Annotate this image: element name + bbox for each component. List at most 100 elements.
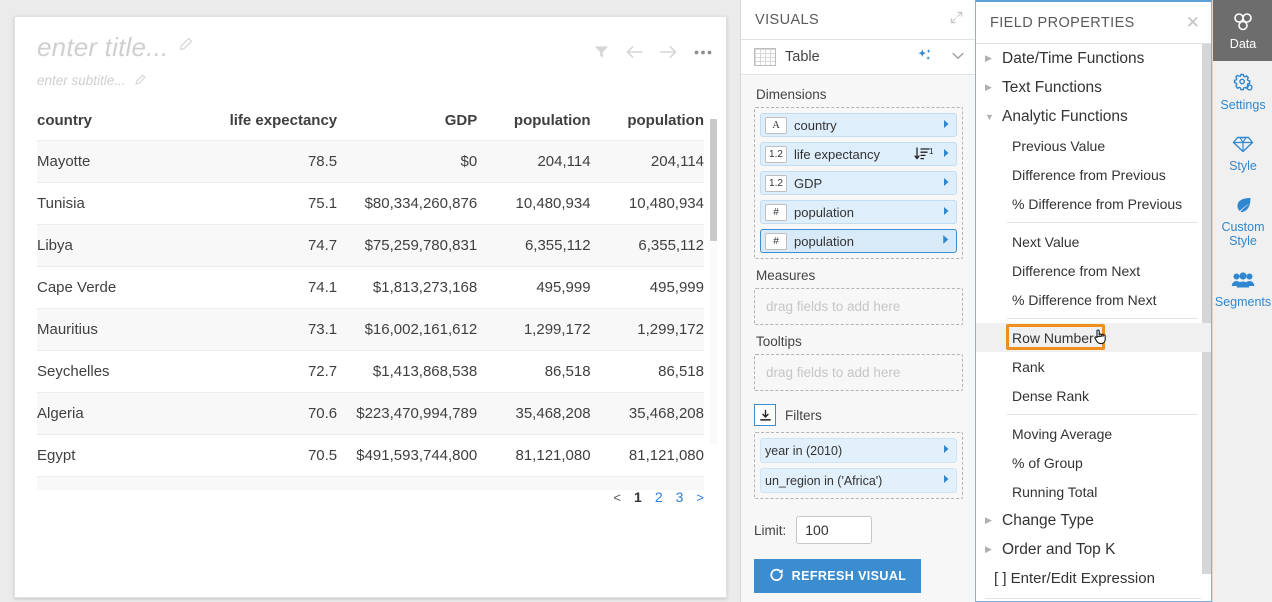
- chevron-right-icon[interactable]: [943, 177, 950, 190]
- forward-arrow-icon[interactable]: [660, 45, 677, 59]
- rail-item-segments[interactable]: Segments: [1213, 258, 1272, 319]
- sort-descending-icon[interactable]: 1: [914, 147, 934, 161]
- fp-item-previous-value[interactable]: Previous Value: [976, 131, 1211, 160]
- table-scrollbar-thumb[interactable]: [710, 119, 717, 241]
- download-icon[interactable]: [754, 404, 776, 426]
- cell-life-expectancy: 70.6: [210, 392, 337, 434]
- measures-dropzone[interactable]: drag fields to add here: [754, 288, 963, 325]
- cell-gdp: $223,470,994,789: [337, 392, 477, 434]
- column-header-population-2[interactable]: population: [591, 112, 704, 141]
- cell-population-1: 495,999: [477, 266, 590, 308]
- fp-item-label: Row Number: [1012, 330, 1094, 346]
- fp-item-percent-difference-from-next[interactable]: % Difference from Next: [976, 285, 1211, 314]
- fp-item-running-total[interactable]: Running Total: [976, 477, 1211, 506]
- fp-group-change-type[interactable]: ▶ Change Type: [976, 506, 1211, 535]
- filter-chip-un-region[interactable]: un_region in ('Africa'): [760, 468, 957, 493]
- filter-icon[interactable]: [594, 45, 609, 59]
- fp-item-percent-of-group[interactable]: % of Group: [976, 448, 1211, 477]
- fp-item-rank[interactable]: Rank: [976, 352, 1211, 381]
- table-row[interactable]: Cape Verde 74.1 $1,813,273,168 495,999 4…: [37, 266, 704, 308]
- chevron-right-icon: ▶: [985, 544, 998, 555]
- cell-population-2: 6,355,112: [591, 224, 704, 266]
- fp-group-date-time-functions[interactable]: ▶ Date/Time Functions: [976, 44, 1211, 73]
- back-arrow-icon[interactable]: [626, 45, 643, 59]
- table-row[interactable]: Seychelles 72.7 $1,413,868,538 86,518 86…: [37, 350, 704, 392]
- chevron-right-icon[interactable]: [943, 474, 950, 487]
- dimension-chip-population-2-selected[interactable]: # population: [760, 229, 957, 253]
- dimensions-dropzone[interactable]: A country 1.2 life expectancy 1: [754, 107, 963, 259]
- fp-item-difference-from-next[interactable]: Difference from Next: [976, 256, 1211, 285]
- visual-subtitle-placeholder[interactable]: enter subtitle...: [37, 74, 126, 89]
- visual-title-placeholder[interactable]: enter title...: [37, 33, 168, 62]
- refresh-visual-button[interactable]: REFRESH VISUAL: [754, 559, 921, 593]
- cell-population-1: 35,468,208: [477, 392, 590, 434]
- edit-title-pencil-icon[interactable]: [178, 37, 193, 57]
- more-options-icon[interactable]: [694, 50, 712, 55]
- svg-text:1: 1: [929, 147, 934, 156]
- field-properties-scrollbar[interactable]: [1202, 44, 1211, 574]
- edit-subtitle-pencil-icon[interactable]: [134, 73, 146, 91]
- fp-group-analytic-functions[interactable]: ▼ Analytic Functions: [976, 102, 1211, 131]
- limit-input[interactable]: [796, 516, 872, 544]
- table-row[interactable]: Egypt 70.5 $491,593,744,800 81,121,080 8…: [37, 434, 704, 476]
- chevron-right-icon[interactable]: [943, 148, 950, 161]
- chevron-right-icon[interactable]: [943, 444, 950, 457]
- table-row[interactable]: Libya 74.7 $75,259,780,831 6,355,112 6,3…: [37, 224, 704, 266]
- table-row[interactable]: Mayotte 78.5 $0 204,114 204,114: [37, 140, 704, 182]
- fp-item-next-value[interactable]: Next Value: [976, 227, 1211, 256]
- chevron-right-icon[interactable]: [942, 234, 950, 248]
- dimension-chip-population-1[interactable]: # population: [760, 200, 957, 224]
- pagination-prev[interactable]: <: [613, 490, 621, 505]
- pagination-page-2[interactable]: 2: [655, 489, 663, 505]
- visuals-panel: VISUALS Table Dimensions: [740, 0, 976, 602]
- table-row[interactable]: Mauritius 73.1 $16,002,161,612 1,299,172…: [37, 308, 704, 350]
- fp-item-moving-average[interactable]: Moving Average: [976, 419, 1211, 448]
- chevron-right-icon[interactable]: [943, 119, 950, 132]
- visual-type-row[interactable]: Table: [741, 40, 976, 75]
- fp-item-label: % Difference from Next: [1012, 292, 1156, 308]
- dimension-chip-label: GDP: [794, 176, 936, 191]
- dimension-chip-gdp[interactable]: 1.2 GDP: [760, 171, 957, 195]
- rail-item-style[interactable]: Style: [1213, 122, 1272, 183]
- chevron-right-icon: ▶: [985, 53, 998, 64]
- column-header-population-1[interactable]: population: [477, 112, 590, 141]
- table-row[interactable]: Algeria 70.6 $223,470,994,789 35,468,208…: [37, 392, 704, 434]
- filters-dropzone[interactable]: year in (2010) un_region in ('Africa'): [754, 432, 963, 499]
- chevron-right-icon[interactable]: [943, 206, 950, 219]
- rail-item-data[interactable]: Data: [1213, 0, 1272, 61]
- fp-item-enter-edit-expression[interactable]: [ ] Enter/Edit Expression: [976, 564, 1211, 593]
- tooltips-label: Tooltips: [756, 334, 963, 349]
- chevron-down-icon[interactable]: [952, 51, 964, 63]
- column-header-gdp[interactable]: GDP: [337, 112, 477, 141]
- visual-canvas: enter title... enter subtitle...: [0, 0, 740, 602]
- dimension-chip-country[interactable]: A country: [760, 113, 957, 137]
- fp-group-order-and-top-k[interactable]: ▶ Order and Top K: [976, 535, 1211, 564]
- dimension-chip-life-expectancy[interactable]: 1.2 life expectancy 1: [760, 142, 957, 166]
- rail-item-custom-style[interactable]: Custom Style: [1213, 183, 1272, 258]
- fp-item-difference-from-previous[interactable]: Difference from Previous: [976, 160, 1211, 189]
- field-properties-header: FIELD PROPERTIES ✕: [976, 2, 1211, 44]
- pagination-page-1[interactable]: 1: [634, 489, 642, 505]
- rail-item-settings[interactable]: Settings: [1213, 61, 1272, 122]
- tooltips-dropzone[interactable]: drag fields to add here: [754, 354, 963, 391]
- fp-group-text-functions[interactable]: ▶ Text Functions: [976, 73, 1211, 102]
- sparkles-icon[interactable]: [917, 48, 934, 67]
- fp-item-percent-difference-from-previous[interactable]: % Difference from Previous: [976, 189, 1211, 218]
- column-header-country[interactable]: country: [37, 112, 210, 141]
- cell-country: Mauritius: [37, 308, 210, 350]
- data-cubes-icon: [1232, 11, 1254, 33]
- cell-population-2: 81,121,080: [591, 434, 704, 476]
- expand-icon[interactable]: [949, 10, 964, 30]
- filter-chip-label: un_region in ('Africa'): [765, 474, 936, 488]
- close-icon[interactable]: ✕: [1186, 14, 1200, 31]
- table-row[interactable]: Tunisia 75.1 $80,334,260,876 10,480,934 …: [37, 182, 704, 224]
- pagination-page-3[interactable]: 3: [676, 489, 684, 505]
- fp-item-dense-rank[interactable]: Dense Rank: [976, 381, 1211, 410]
- column-header-life-expectancy[interactable]: life expectancy: [210, 112, 337, 141]
- fp-item-row-number[interactable]: Row Number: [976, 323, 1211, 352]
- cell-life-expectancy: 70.5: [210, 434, 337, 476]
- filter-chip-year[interactable]: year in (2010): [760, 438, 957, 463]
- field-properties-list: ▶ Date/Time Functions ▶ Text Functions ▼…: [976, 44, 1211, 602]
- pagination-next[interactable]: >: [696, 490, 704, 505]
- table-thumbnail-icon: [754, 48, 776, 66]
